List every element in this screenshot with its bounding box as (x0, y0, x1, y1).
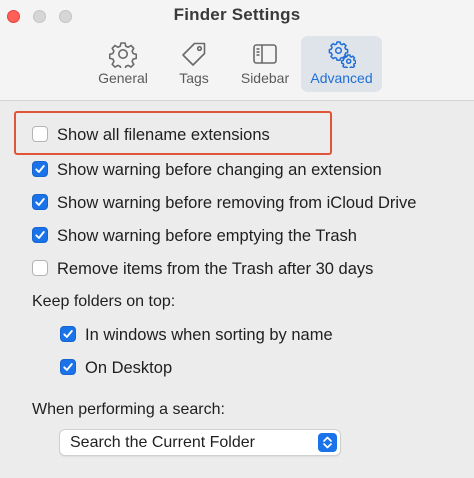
checkbox[interactable] (32, 227, 48, 243)
chevron-up-down-icon[interactable] (318, 433, 337, 452)
highlight-box (14, 111, 332, 155)
search-scope-popup[interactable]: Search the Current Folder (59, 429, 341, 456)
option-label: Show warning before emptying the Trash (57, 227, 357, 245)
advanced-settings-pane (0, 101, 474, 478)
tag-icon (180, 40, 208, 68)
checkbox[interactable] (60, 359, 76, 375)
tab-label: Advanced (310, 70, 373, 86)
checkbox[interactable] (60, 326, 76, 342)
checkmark-icon (63, 363, 73, 371)
tab-tags[interactable]: Tags (168, 36, 220, 92)
toolbar: Finder Settings General Tags Sidebar Adv… (0, 0, 474, 101)
option-label: Show warning before changing an extensio… (57, 161, 382, 179)
option-label: On Desktop (85, 359, 173, 377)
tab-label: Tags (179, 70, 209, 86)
search-scope-value: Search the Current Folder (70, 434, 255, 451)
folders-on-top-heading: Keep folders on top: (32, 293, 176, 310)
gear-icon (108, 40, 138, 71)
gears-icon (328, 40, 356, 70)
tab-advanced[interactable]: Advanced (301, 36, 382, 92)
checkbox[interactable] (32, 194, 48, 210)
checkmark-icon (35, 198, 45, 206)
option-label: Show warning before removing from iCloud… (57, 194, 417, 212)
checkbox[interactable] (32, 161, 48, 177)
checkmark-icon (35, 165, 45, 173)
tab-label: General (98, 70, 148, 86)
finder-settings-window: Finder Settings General Tags Sidebar Adv… (0, 0, 474, 478)
option-label: Remove items from the Trash after 30 day… (57, 260, 374, 278)
checkmark-icon (63, 330, 73, 338)
checkmark-icon (35, 231, 45, 239)
tab-sidebar[interactable]: Sidebar (234, 36, 296, 92)
window-title: Finder Settings (173, 5, 301, 24)
sidebar-icon (251, 40, 279, 68)
search-heading: When performing a search: (32, 401, 225, 418)
option-label: In windows when sorting by name (85, 326, 333, 344)
tab-label: Sidebar (240, 70, 290, 86)
tab-general[interactable]: General (88, 36, 158, 92)
checkbox[interactable] (32, 260, 48, 276)
